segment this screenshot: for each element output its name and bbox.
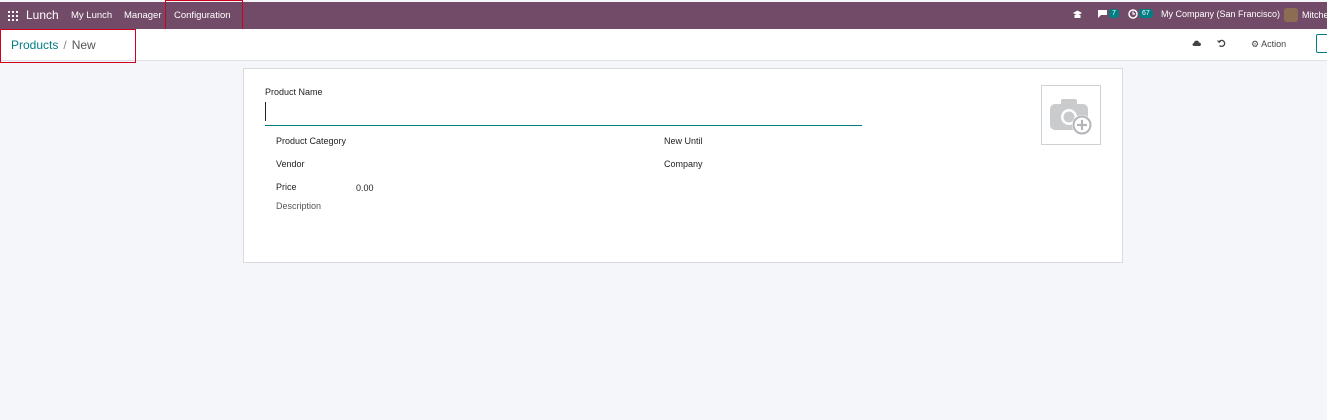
company-field[interactable] (744, 156, 994, 170)
messages-icon[interactable]: 7 (1097, 9, 1119, 21)
activities-icon[interactable]: 67 (1128, 9, 1153, 21)
action-button[interactable]: ⚙ Action (1251, 39, 1286, 50)
company-switcher[interactable]: My Company (San Francisco) (1161, 9, 1280, 19)
bug-icon[interactable] (1072, 9, 1083, 22)
user-name[interactable]: Mitche (1302, 10, 1327, 20)
activities-badge: 67 (1139, 9, 1153, 18)
control-panel: Products / New ⚙ Action (0, 29, 1327, 61)
product-name-input[interactable] (265, 99, 862, 126)
new-until-field[interactable] (744, 133, 994, 147)
form-sheet: Product Name Product Category Vendor Pri… (243, 68, 1123, 263)
apps-menu-icon[interactable] (8, 11, 18, 21)
discard-icon[interactable] (1217, 39, 1226, 51)
user-avatar[interactable] (1284, 8, 1298, 22)
save-cloud-icon[interactable] (1192, 39, 1202, 51)
new-button[interactable] (1316, 34, 1327, 53)
description-label[interactable]: Description (276, 201, 321, 211)
menu-my-lunch[interactable]: My Lunch (71, 10, 112, 21)
app-name[interactable]: Lunch (26, 8, 59, 22)
messages-badge: 7 (1109, 9, 1119, 18)
gear-icon: ⚙ (1251, 39, 1260, 49)
product-category-field[interactable] (354, 133, 604, 147)
vendor-field[interactable] (354, 156, 604, 170)
menu-manager[interactable]: Manager (124, 10, 162, 21)
action-label: Action (1261, 39, 1287, 49)
price-input[interactable]: 0.00 (356, 183, 374, 193)
camera-add-icon (1050, 99, 1092, 135)
breadcrumb-highlight-box (0, 29, 136, 63)
vendor-label: Vendor (276, 159, 305, 169)
company-label: Company (664, 159, 703, 169)
product-image-upload[interactable] (1041, 85, 1101, 145)
price-label: Price (276, 182, 297, 192)
text-caret (265, 102, 266, 121)
product-name-label: Product Name (265, 87, 323, 97)
new-until-label: New Until (664, 136, 703, 146)
product-category-label: Product Category (276, 136, 347, 146)
